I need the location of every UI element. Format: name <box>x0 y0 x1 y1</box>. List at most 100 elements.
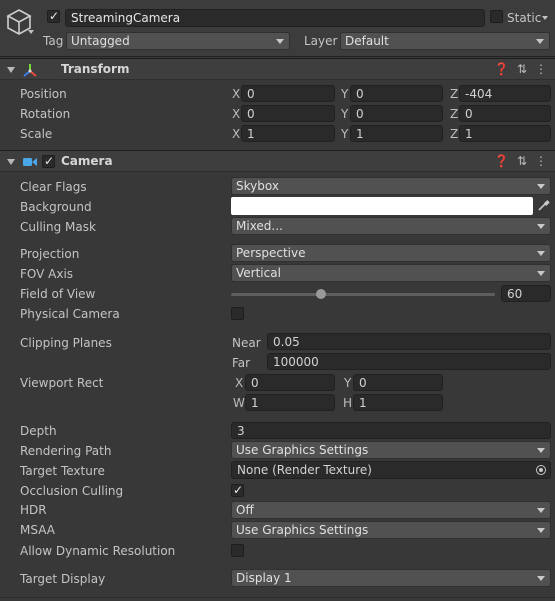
projection-dropdown[interactable]: Perspective <box>231 244 551 262</box>
background-color-swatch[interactable] <box>231 197 533 215</box>
clear-flags-value: Skybox <box>236 179 279 193</box>
msaa-dropdown[interactable]: Use Graphics Settings <box>231 521 551 539</box>
kebab-menu-icon[interactable]: ⋮ <box>535 154 547 168</box>
physical-camera-checkbox[interactable] <box>231 307 244 320</box>
position-y-field[interactable]: 0 <box>350 85 443 102</box>
axis-y-label[interactable]: Y <box>341 106 348 122</box>
hdr-dropdown[interactable]: Off <box>231 501 551 519</box>
culling-mask-dropdown[interactable]: Mixed... <box>231 217 551 235</box>
fov-axis-dropdown[interactable]: Vertical <box>231 264 551 282</box>
background-label: Background <box>20 200 92 214</box>
object-picker-icon[interactable] <box>536 465 546 475</box>
chevron-down-icon <box>537 448 545 453</box>
tag-value: Untagged <box>71 34 130 48</box>
scale-label: Scale <box>20 127 53 141</box>
hdr-value: Off <box>236 503 254 517</box>
help-icon[interactable]: ❓ <box>494 154 509 168</box>
viewport-h-field[interactable]: 1 <box>353 394 443 411</box>
camera-enabled-checkbox[interactable]: ✓ <box>42 154 55 168</box>
viewport-x-label[interactable]: X <box>235 375 243 391</box>
far-field[interactable]: 100000 <box>267 353 551 370</box>
transform-header[interactable]: Transform ❓ ⇅ ⋮ <box>0 58 555 80</box>
axis-x-label[interactable]: X <box>232 106 240 122</box>
axis-x-label[interactable]: X <box>232 126 240 142</box>
viewport-y-label[interactable]: Y <box>344 375 351 391</box>
clear-flags-label: Clear Flags <box>20 180 87 194</box>
gameobject-name-field[interactable]: StreamingCamera <box>65 9 485 27</box>
axis-z-label[interactable]: Z <box>450 126 458 142</box>
layer-label: Layer <box>304 34 338 48</box>
tag-dropdown[interactable]: Untagged <box>66 32 290 50</box>
scale-y-field[interactable]: 1 <box>350 125 443 142</box>
occlusion-culling-checkbox[interactable]: ✓ <box>231 483 244 497</box>
scale-x-field[interactable]: 1 <box>241 125 335 142</box>
viewport-h-label[interactable]: H <box>343 395 352 411</box>
viewport-y-field[interactable]: 0 <box>353 374 443 391</box>
fov-slider-track[interactable] <box>231 293 495 296</box>
axis-y-label[interactable]: Y <box>341 86 348 102</box>
rotation-y-field[interactable]: 0 <box>350 105 443 122</box>
allow-dynamic-resolution-label: Allow Dynamic Resolution <box>20 544 176 558</box>
presets-icon[interactable]: ⇅ <box>517 154 527 168</box>
axis-z-label[interactable]: Z <box>450 106 458 122</box>
icon-dropdown-arrow-icon[interactable] <box>28 30 34 34</box>
occlusion-culling-label: Occlusion Culling <box>20 484 124 498</box>
position-z-field[interactable]: -404 <box>459 85 551 102</box>
chevron-down-icon <box>536 39 544 44</box>
axis-x-label[interactable]: X <box>232 86 240 102</box>
viewport-x-field[interactable]: 0 <box>245 374 335 391</box>
allow-dynamic-resolution-checkbox[interactable] <box>231 544 244 557</box>
header-icons: ❓ ⇅ ⋮ <box>486 62 547 76</box>
scale-z-field[interactable]: 1 <box>459 125 551 142</box>
target-display-label: Target Display <box>20 572 106 586</box>
eyedropper-icon[interactable] <box>537 199 550 212</box>
field-of-view-label: Field of View <box>20 287 96 301</box>
position-x-field[interactable]: 0 <box>241 85 335 102</box>
clear-flags-dropdown[interactable]: Skybox <box>231 177 551 195</box>
layer-dropdown[interactable]: Default <box>340 32 550 50</box>
depth-field[interactable]: 3 <box>231 422 551 439</box>
axis-z-label[interactable]: Z <box>450 86 458 102</box>
position-label: Position <box>20 87 67 101</box>
static-checkbox[interactable] <box>490 10 503 23</box>
foldout-arrow-icon[interactable] <box>7 159 15 165</box>
camera-icon <box>22 156 38 168</box>
viewport-w-field[interactable]: 1 <box>245 394 335 411</box>
presets-icon[interactable]: ⇅ <box>517 62 527 76</box>
clipping-planes-label: Clipping Planes <box>20 336 112 350</box>
fov-slider-thumb[interactable] <box>315 289 326 299</box>
transform-title: Transform <box>61 62 130 76</box>
projection-label: Projection <box>20 247 80 261</box>
culling-mask-value: Mixed... <box>236 219 283 233</box>
hdr-label: HDR <box>20 503 47 517</box>
depth-label: Depth <box>20 424 57 438</box>
rendering-path-value: Use Graphics Settings <box>236 443 369 457</box>
tag-label: Tag <box>43 34 64 48</box>
near-field[interactable]: 0.05 <box>267 333 551 350</box>
static-dropdown-arrow-icon[interactable] <box>542 16 548 20</box>
rotation-x-field[interactable]: 0 <box>241 105 335 122</box>
viewport-w-label[interactable]: W <box>233 395 245 411</box>
rotation-z-field[interactable]: 0 <box>459 105 551 122</box>
rendering-path-dropdown[interactable]: Use Graphics Settings <box>231 441 551 459</box>
transform-axes-icon <box>22 62 38 78</box>
kebab-menu-icon[interactable]: ⋮ <box>535 62 547 76</box>
target-texture-field[interactable]: None (Render Texture) <box>231 461 551 479</box>
camera-header[interactable]: ✓ Camera ❓ ⇅ ⋮ <box>0 150 555 172</box>
chevron-down-icon <box>537 528 545 533</box>
foldout-arrow-icon[interactable] <box>7 67 15 73</box>
fov-axis-label: FOV Axis <box>20 267 74 281</box>
far-label: Far <box>232 356 251 370</box>
axis-y-label[interactable]: Y <box>341 126 348 142</box>
fov-value-field[interactable]: 60 <box>501 285 551 302</box>
header-icons: ❓ ⇅ ⋮ <box>486 154 547 168</box>
physical-camera-label: Physical Camera <box>20 307 120 321</box>
active-checkbox[interactable]: ✓ <box>47 9 60 23</box>
static-label: Static <box>507 11 542 25</box>
camera-title: Camera <box>61 154 113 168</box>
msaa-label: MSAA <box>20 523 55 537</box>
target-display-dropdown[interactable]: Display 1 <box>231 569 551 587</box>
help-icon[interactable]: ❓ <box>494 62 509 76</box>
chevron-down-icon <box>537 576 545 581</box>
rendering-path-label: Rendering Path <box>20 444 112 458</box>
